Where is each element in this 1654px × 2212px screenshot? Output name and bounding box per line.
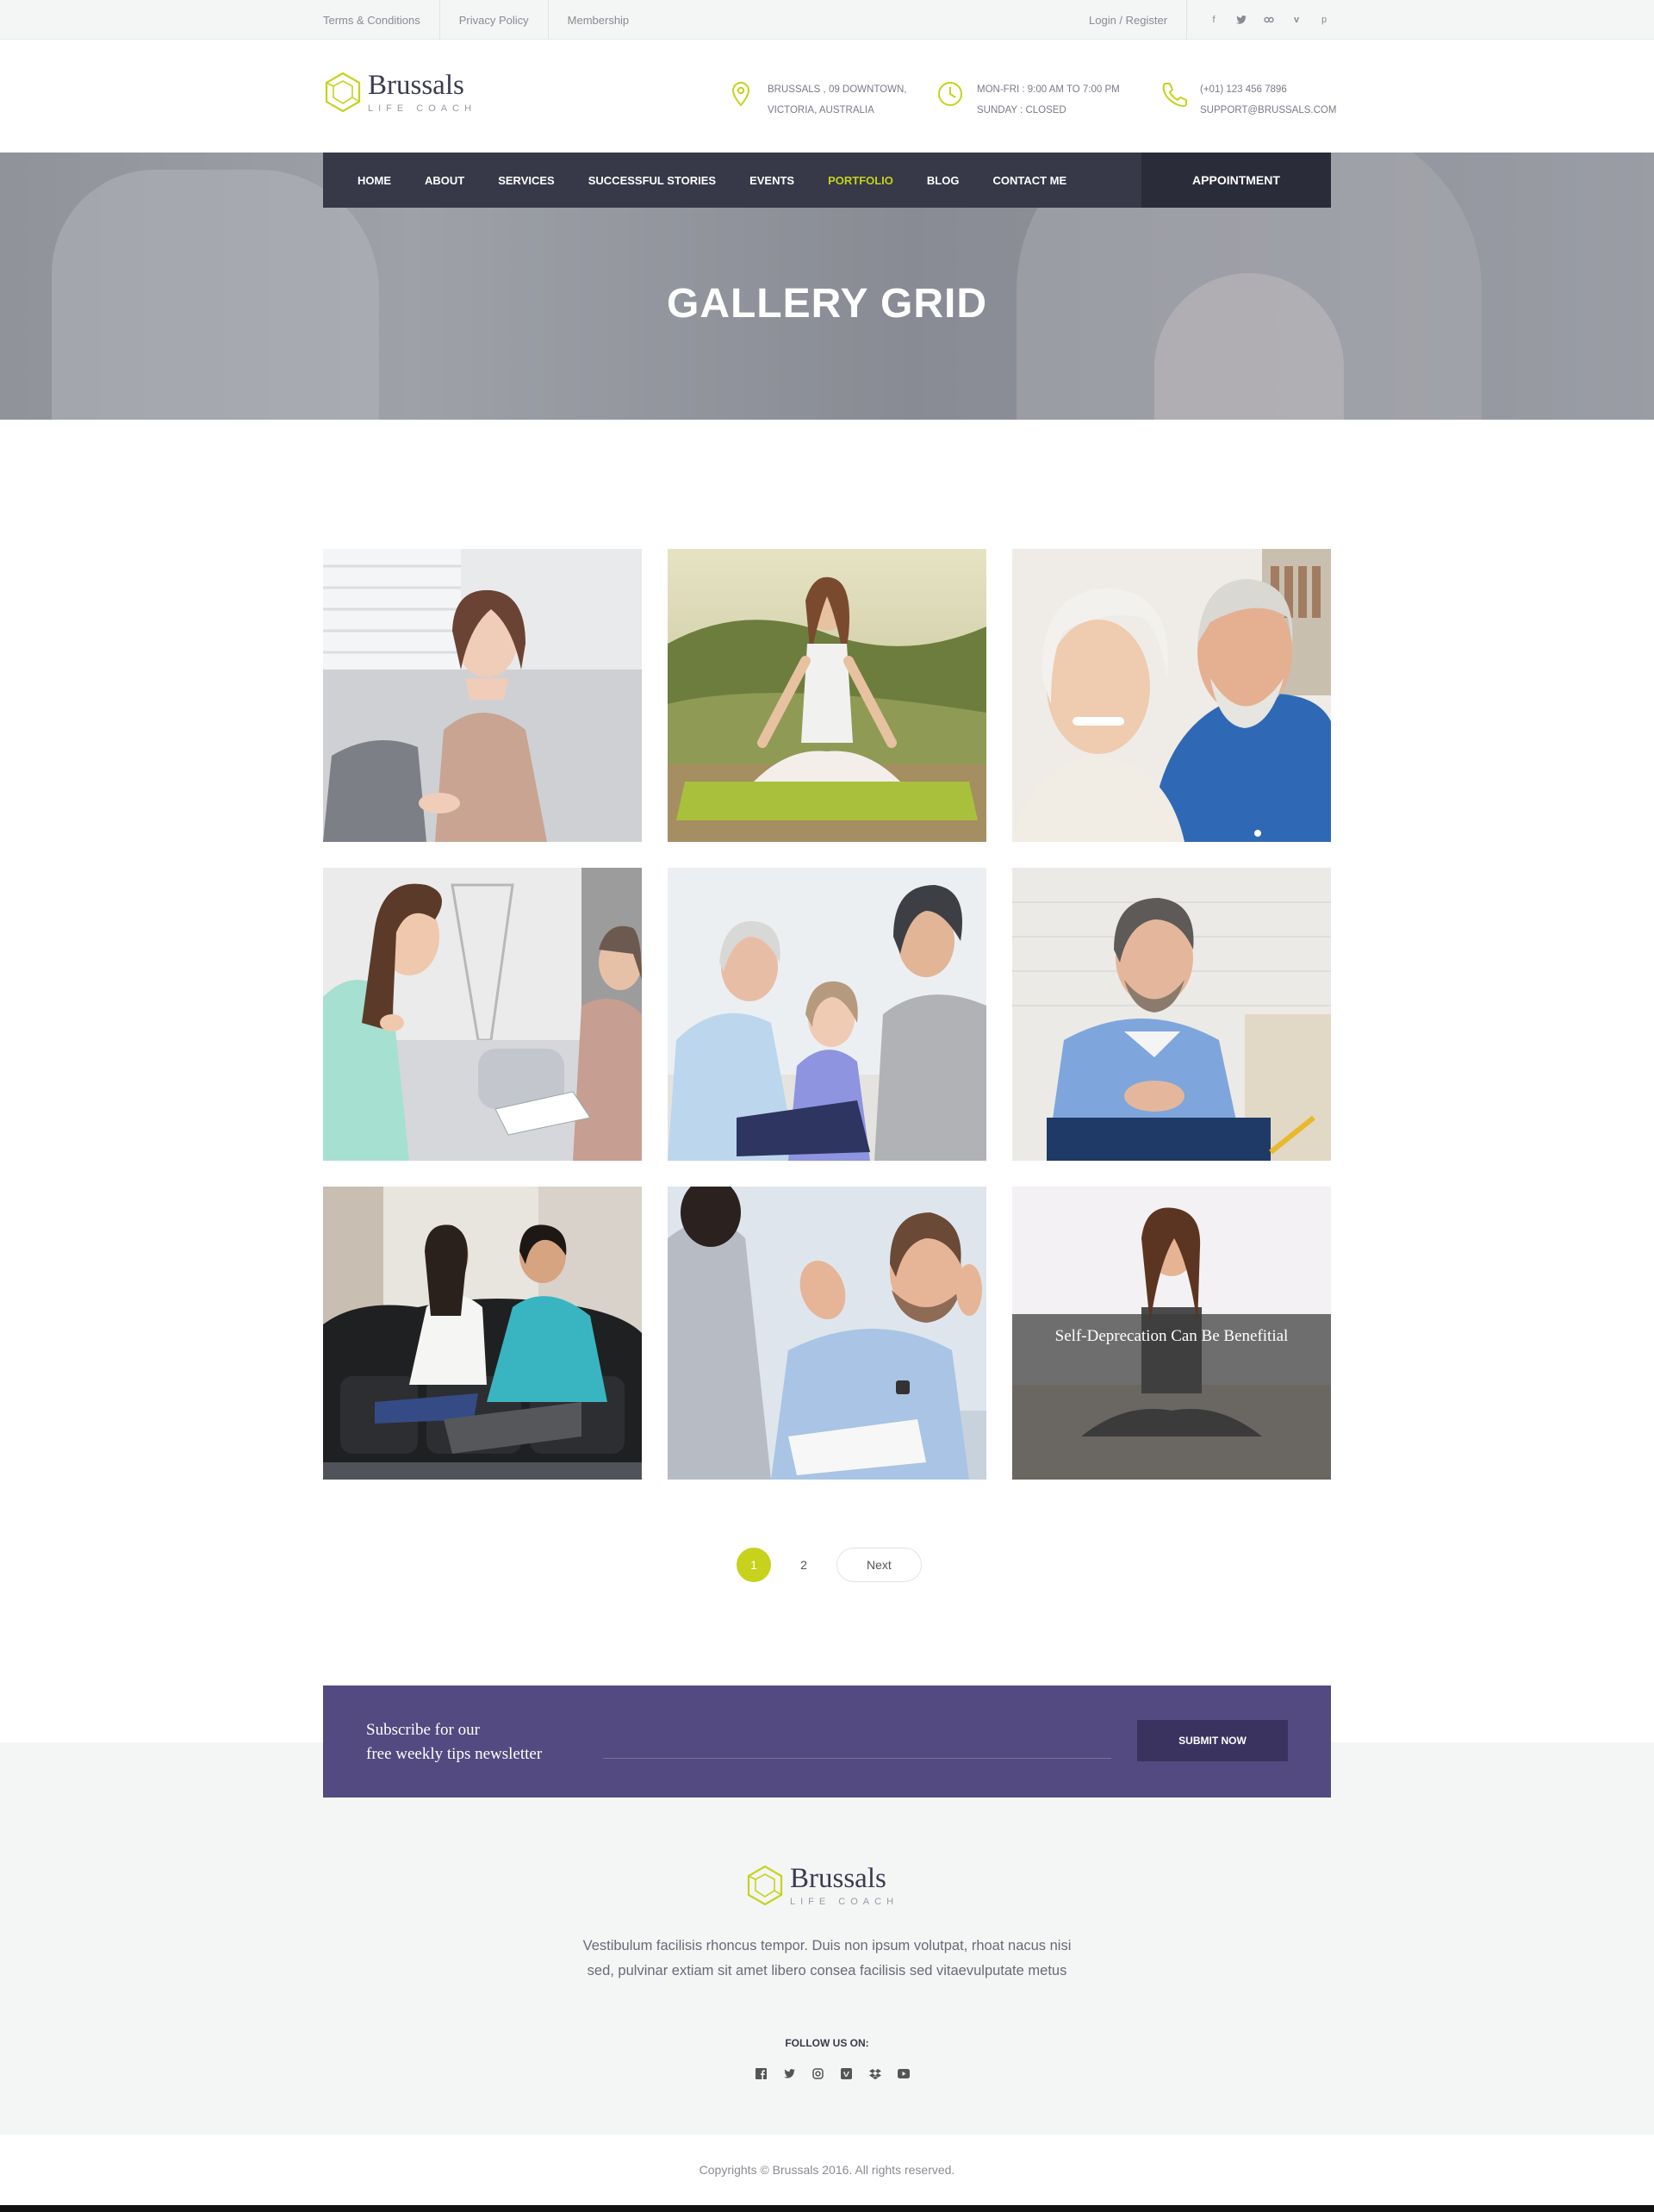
gallery-item[interactable] <box>668 549 986 842</box>
photo-elderly-couple <box>1012 549 1331 842</box>
photo-couple-couch <box>323 1187 642 1480</box>
page-title: GALLERY GRID <box>666 281 988 327</box>
contact-info: (+01) 123 456 7896 SUPPORT@BRUSSALS.COM <box>1159 79 1336 121</box>
address-line1: BRUSSALS , 09 DOWNTOWN, <box>768 84 907 95</box>
footer-social-icons <box>754 2066 911 2081</box>
gallery-item[interactable] <box>668 868 986 1161</box>
hours-line1: MON-FRI : 9:00 AM TO 7:00 PM <box>977 84 1120 95</box>
brand-logo[interactable]: Brussals LIFE COACH <box>323 71 476 114</box>
nav-item-contact-me[interactable]: CONTACT ME <box>992 174 1066 187</box>
gallery-item[interactable] <box>323 1187 642 1480</box>
pagination: 1 2 Next <box>737 1548 922 1582</box>
logo-hexagon-icon <box>325 72 361 113</box>
vimeo-icon[interactable]: v <box>1289 12 1304 28</box>
footer-description: Vestibulum facilisis rhoncus tempor. Dui… <box>582 1938 1072 1978</box>
next-page-button[interactable]: Next <box>836 1548 922 1582</box>
login-register-link[interactable]: Login / Register <box>1089 0 1188 40</box>
newsletter-subscribe: Subscribe for our free weekly tips newsl… <box>323 1685 1331 1798</box>
brand-name: Brussals <box>368 69 464 101</box>
hours-line2: SUNDAY : CLOSED <box>977 105 1066 115</box>
gallery-item[interactable] <box>323 549 642 842</box>
photo-woman-on-sofa <box>323 549 642 842</box>
nav-item-home[interactable]: HOME <box>358 174 391 187</box>
copyright-text: Copyrights © Brussals 2016. All rights r… <box>0 2134 1654 2205</box>
photo-stressed-man <box>668 1187 986 1480</box>
photo-yoga-meditation <box>668 549 986 842</box>
page-2-button[interactable]: 2 <box>787 1548 821 1582</box>
dropbox-icon[interactable] <box>867 2066 882 2081</box>
subscribe-line2: free weekly tips newsletter <box>366 1745 543 1763</box>
nav-item-successful-stories[interactable]: SUCCESSFUL STORIES <box>588 174 716 187</box>
nav-item-about[interactable]: ABOUT <box>425 174 464 187</box>
main-nav: HOME ABOUT SERVICES SUCCESSFUL STORIES E… <box>323 153 1331 208</box>
gallery-item[interactable] <box>323 868 642 1161</box>
hours-info: MON-FRI : 9:00 AM TO 7:00 PM SUNDAY : CL… <box>936 79 1120 121</box>
support-email[interactable]: SUPPORT@BRUSSALS.COM <box>1200 100 1336 121</box>
membership-link[interactable]: Membership <box>549 0 649 40</box>
terms-link[interactable]: Terms & Conditions <box>323 0 440 40</box>
link-icon[interactable] <box>1261 12 1277 28</box>
privacy-link[interactable]: Privacy Policy <box>440 0 549 40</box>
appointment-button[interactable]: APPOINTMENT <box>1141 153 1331 208</box>
youtube-icon[interactable] <box>896 2066 911 2081</box>
vimeo-icon[interactable] <box>839 2066 854 2081</box>
twitter-icon[interactable] <box>782 2066 797 2081</box>
pinterest-icon[interactable]: p <box>1316 12 1332 28</box>
gallery-item[interactable] <box>1012 868 1331 1161</box>
twitter-icon[interactable] <box>1234 12 1249 28</box>
top-right: Login / Register f v p <box>1089 0 1332 40</box>
email-input[interactable] <box>603 1758 1111 1759</box>
footer-brand-tagline: LIFE COACH <box>790 1896 899 1907</box>
map-pin-icon <box>731 81 750 107</box>
footer-brand-name: Brussals <box>790 1862 886 1894</box>
facebook-icon[interactable]: f <box>1206 12 1222 28</box>
follow-us-label: FOLLOW US ON: <box>785 2037 869 2049</box>
gallery-item[interactable] <box>668 1187 986 1480</box>
photo-therapy-session <box>323 868 642 1161</box>
phone-number[interactable]: (+01) 123 456 7896 <box>1200 79 1336 100</box>
nav-item-blog[interactable]: BLOG <box>927 174 960 187</box>
photo-smiling-man <box>1012 868 1331 1161</box>
top-social-icons: f v p <box>1187 12 1332 28</box>
gallery-item[interactable] <box>1012 549 1331 842</box>
subscribe-line1: Subscribe for our <box>366 1721 480 1739</box>
logo-hexagon-icon <box>747 1865 783 1906</box>
site-header: Brussals LIFE COACH BRUSSALS , 09 DOWNTO… <box>0 41 1654 153</box>
nav-menu: HOME ABOUT SERVICES SUCCESSFUL STORIES E… <box>323 153 1141 208</box>
nav-item-services[interactable]: SERVICES <box>498 174 555 187</box>
nav-item-events[interactable]: EVENTS <box>749 174 794 187</box>
clock-icon <box>938 82 962 106</box>
gallery-item-caption[interactable]: Self-Deprecation Can Be Benefitial <box>1012 1314 1331 1480</box>
submit-now-button[interactable]: SUBMIT NOW <box>1137 1720 1288 1761</box>
page-1-button[interactable]: 1 <box>737 1548 771 1582</box>
address-info: BRUSSALS , 09 DOWNTOWN, VICTORIA, AUSTRA… <box>726 79 906 121</box>
facebook-icon[interactable] <box>754 2066 768 2081</box>
gallery-grid: Self-Deprecation Can Be Benefitial <box>323 549 1331 1480</box>
phone-icon <box>1162 83 1187 107</box>
gallery-item[interactable]: Self-Deprecation Can Be Benefitial <box>1012 1187 1331 1480</box>
bottom-bar <box>0 2205 1654 2212</box>
top-links: Terms & Conditions Privacy Policy Member… <box>323 0 648 40</box>
nav-item-portfolio[interactable]: PORTFOLIO <box>828 174 893 187</box>
brand-tagline: LIFE COACH <box>368 103 477 114</box>
footer-logo[interactable]: Brussals LIFE COACH <box>745 1864 899 1907</box>
instagram-icon[interactable] <box>811 2066 825 2081</box>
address-line2: VICTORIA, AUSTRALIA <box>768 105 874 115</box>
photo-consultation <box>668 868 986 1161</box>
top-bar: Terms & Conditions Privacy Policy Member… <box>0 0 1654 40</box>
